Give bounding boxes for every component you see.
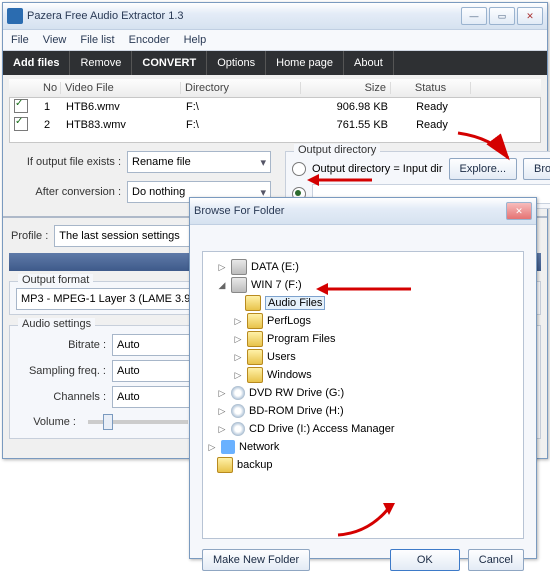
tb-homepage[interactable]: Home page [266, 51, 344, 75]
make-new-folder-button[interactable]: Make New Folder [202, 549, 310, 571]
menu-help[interactable]: Help [184, 34, 207, 46]
app-icon [7, 8, 23, 24]
row-checkbox[interactable] [14, 117, 28, 131]
dialog-close-button[interactable]: ✕ [506, 202, 532, 220]
tb-convert[interactable]: CONVERT [132, 51, 207, 75]
tb-remove[interactable]: Remove [70, 51, 132, 75]
menu-view[interactable]: View [43, 34, 67, 46]
volume-slider[interactable] [88, 420, 188, 424]
ok-button[interactable]: OK [390, 549, 460, 571]
menu-filelist[interactable]: File list [80, 34, 114, 46]
tree-item[interactable]: backup [237, 459, 272, 471]
folder-icon [217, 457, 233, 473]
tree-item[interactable]: DVD RW Drive (G:) [249, 387, 344, 399]
tree-item[interactable]: DATA (E:) [251, 261, 299, 273]
folder-icon [247, 367, 263, 383]
tree-item-selected[interactable]: Audio Files [265, 296, 325, 310]
menubar: File View File list Encoder Help [3, 30, 547, 51]
tb-about[interactable]: About [344, 51, 394, 75]
output-format-legend: Output format [18, 274, 93, 286]
tree-item[interactable]: Network [239, 441, 279, 453]
sampling-label: Sampling freq. : [16, 365, 106, 377]
dialog-title: Browse For Folder [194, 205, 506, 217]
tree-item[interactable]: Program Files [267, 333, 335, 345]
dvd-icon [231, 404, 245, 418]
menu-encoder[interactable]: Encoder [129, 34, 170, 46]
folder-icon [245, 295, 261, 311]
tree-item[interactable]: CD Drive (I:) Access Manager [249, 423, 394, 435]
dvd-icon [231, 386, 245, 400]
tree-item[interactable]: BD-ROM Drive (H:) [249, 405, 344, 417]
explore-button[interactable]: Explore... [449, 158, 517, 180]
browse-folder-dialog: Browse For Folder ✕ ▷DATA (E:) ◢WIN 7 (F… [189, 197, 537, 559]
folder-icon [247, 349, 263, 365]
volume-label: Volume : [16, 416, 76, 428]
dialog-titlebar[interactable]: Browse For Folder ✕ [190, 198, 536, 225]
table-row[interactable]: 1 HTB6.wmv F:\ 906.98 KB Ready [10, 98, 540, 116]
drive-icon [231, 277, 247, 293]
browse-button[interactable]: Browse... [523, 158, 550, 180]
file-grid[interactable]: 1 HTB6.wmv F:\ 906.98 KB Ready 2 HTB83.w… [9, 98, 541, 143]
tb-addfiles[interactable]: Add files [3, 51, 70, 75]
if-exists-select[interactable]: Rename file [127, 151, 271, 173]
folder-tree[interactable]: ▷DATA (E:) ◢WIN 7 (F:) Audio Files ▷Perf… [202, 251, 524, 539]
channels-label: Channels : [16, 391, 106, 403]
cd-icon [231, 422, 245, 436]
dialog-prompt [190, 225, 536, 251]
bitrate-label: Bitrate : [16, 339, 106, 351]
tree-item[interactable]: Windows [267, 369, 312, 381]
main-titlebar[interactable]: Pazera Free Audio Extractor 1.3 — ▭ ✕ [3, 3, 547, 30]
close-button[interactable]: ✕ [517, 7, 543, 25]
table-row[interactable]: 2 HTB83.wmv F:\ 761.55 KB Ready [10, 116, 540, 134]
after-conv-label: After conversion : [11, 186, 121, 198]
outdir-eq-input-radio[interactable] [292, 162, 306, 176]
menu-file[interactable]: File [11, 34, 29, 46]
maximize-button[interactable]: ▭ [489, 7, 515, 25]
profile-label: Profile : [11, 230, 48, 242]
network-icon [221, 440, 235, 454]
tree-item[interactable]: PerfLogs [267, 315, 311, 327]
grid-header: No Video File Directory Size Status [9, 79, 541, 98]
tb-options[interactable]: Options [207, 51, 266, 75]
toolbar: Add files Remove CONVERT Options Home pa… [3, 51, 547, 75]
row-checkbox[interactable] [14, 99, 28, 113]
if-exists-label: If output file exists : [11, 156, 121, 168]
audio-settings-legend: Audio settings [18, 318, 95, 330]
folder-icon [247, 313, 263, 329]
drive-icon [231, 259, 247, 275]
tree-item[interactable]: Users [267, 351, 296, 363]
minimize-button[interactable]: — [461, 7, 487, 25]
main-title: Pazera Free Audio Extractor 1.3 [27, 10, 461, 22]
tree-item[interactable]: WIN 7 (F:) [251, 279, 302, 291]
folder-icon [247, 331, 263, 347]
cancel-button[interactable]: Cancel [468, 549, 524, 571]
outdir-eq-input-label: Output directory = Input dir [312, 163, 443, 175]
output-dir-legend: Output directory [294, 144, 380, 156]
